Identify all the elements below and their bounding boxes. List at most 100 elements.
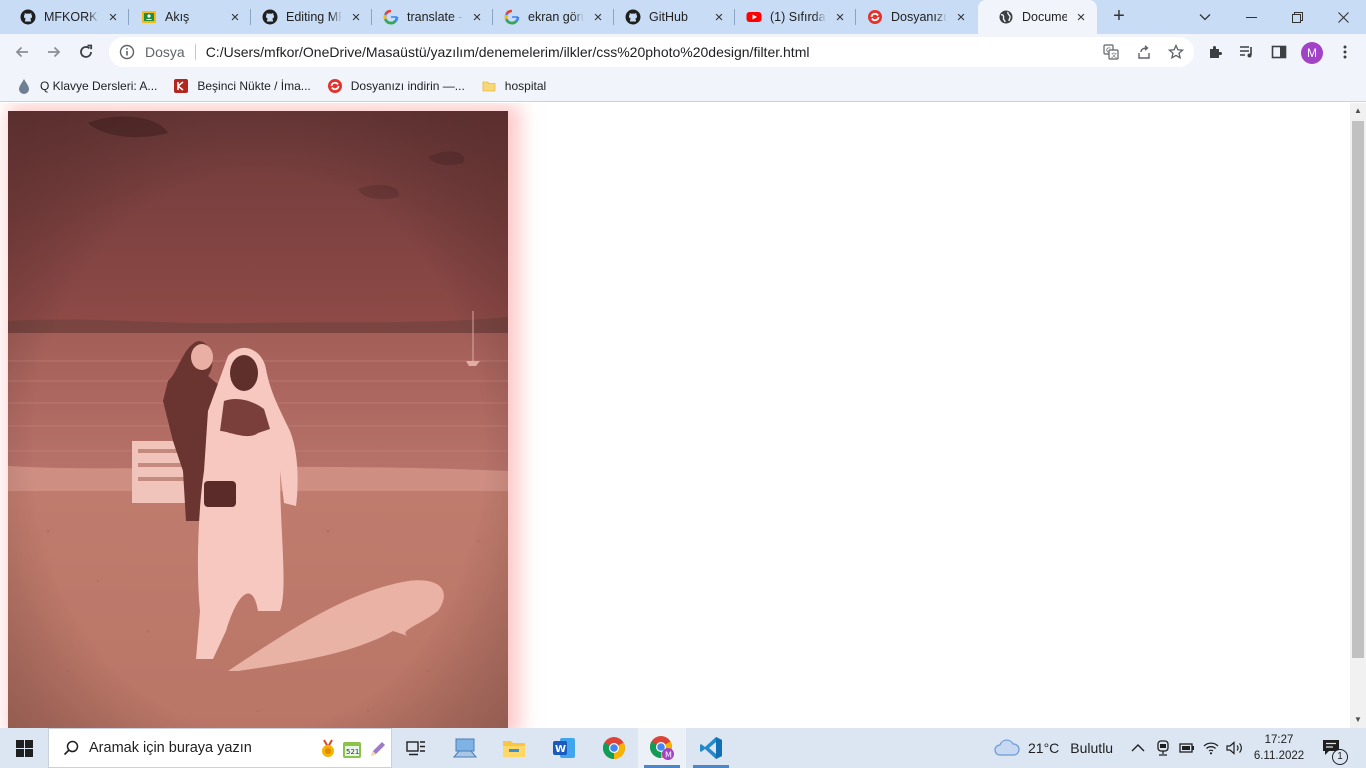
wifi-icon[interactable] <box>1203 728 1219 768</box>
bookmark-klavye-dersleri[interactable]: Q Klavye Dersleri: A... <box>16 78 157 94</box>
minimize-button[interactable] <box>1228 0 1274 34</box>
google-icon <box>504 9 520 25</box>
vscode-icon <box>700 737 722 759</box>
task-view-button[interactable] <box>392 728 440 768</box>
search-icon <box>63 740 79 756</box>
ilovepdf-icon <box>327 78 343 94</box>
bookmark-besinci-nukte[interactable]: Beşinci Nükte / İma... <box>173 78 311 94</box>
close-icon[interactable]: × <box>348 9 364 26</box>
battery-icon[interactable] <box>1179 728 1195 768</box>
close-icon[interactable]: × <box>953 9 969 26</box>
close-icon[interactable]: × <box>1073 9 1089 26</box>
restore-icon <box>1291 11 1303 23</box>
tab-title: GitHub <box>649 10 688 24</box>
page-viewport <box>0 103 1350 728</box>
notification-center-button[interactable]: 1 <box>1322 728 1348 768</box>
tab-editing[interactable]: Editing MFKORKMAZ × <box>242 0 372 34</box>
bookmark-hospital[interactable]: hospital <box>481 78 546 94</box>
tab-title: MFKORKMAZ <box>44 10 99 24</box>
close-icon[interactable]: × <box>711 9 727 26</box>
computer-icon <box>453 738 477 758</box>
drop-icon <box>16 78 32 94</box>
svg-text:521: 521 <box>346 748 359 756</box>
bookmarks-bar: Q Klavye Dersleri: A... Beşinci Nükte / … <box>0 70 1366 102</box>
svg-text:M: M <box>665 751 672 760</box>
taskbar-search-box[interactable]: Aramak için buraya yazın 521 <box>48 728 392 768</box>
restore-button[interactable] <box>1274 0 1320 34</box>
ilovepdf-icon <box>867 9 883 25</box>
tab-mfkorkmaz[interactable]: MFKORKMAZ × <box>0 0 129 34</box>
clock-date: 6.11.2022 <box>1253 750 1305 762</box>
translate-icon[interactable]: G文 <box>1103 44 1119 60</box>
info-icon[interactable] <box>119 44 135 60</box>
scroll-up-icon[interactable]: ▲ <box>1353 106 1363 116</box>
weather-temperature: 21°C <box>1028 740 1060 756</box>
show-hidden-icons-button[interactable] <box>1131 728 1145 768</box>
taskbar-app-chrome[interactable] <box>590 728 638 768</box>
close-icon[interactable]: × <box>590 9 606 26</box>
start-button[interactable] <box>0 728 48 768</box>
close-icon[interactable]: × <box>469 9 485 26</box>
scroll-thumb[interactable] <box>1352 121 1364 658</box>
close-icon[interactable]: × <box>832 9 848 26</box>
task-view-icon <box>406 741 425 756</box>
site-scheme-label: Dosya <box>145 44 185 60</box>
taskbar-app-file-explorer[interactable] <box>490 728 538 768</box>
close-window-button[interactable] <box>1320 0 1366 34</box>
share-icon[interactable] <box>1136 44 1152 60</box>
tab-title: Editing MFKORKMAZ <box>286 10 342 24</box>
scroll-down-icon[interactable]: ▼ <box>1353 715 1363 725</box>
meet-now-icon[interactable] <box>1156 728 1170 768</box>
chevron-up-icon <box>1131 744 1145 752</box>
taskbar-app-vscode[interactable] <box>687 728 735 768</box>
side-panel-icon[interactable] <box>1270 43 1288 61</box>
media-control-icon[interactable] <box>1238 43 1256 61</box>
taskbar-app-word[interactable]: W <box>540 728 588 768</box>
windows-taskbar: Aramak için buraya yazın 521 W M 21°C Bu… <box>0 728 1366 768</box>
forward-button[interactable] <box>40 38 68 66</box>
pencil-icon <box>367 738 389 760</box>
close-icon[interactable]: × <box>227 9 243 26</box>
tab-youtube[interactable]: (1) Sıfırdan × <box>726 0 856 34</box>
vertical-scrollbar[interactable]: ▲ ▼ <box>1350 103 1366 728</box>
star-icon[interactable] <box>1168 44 1184 60</box>
new-tab-button[interactable]: + <box>1106 5 1132 29</box>
browser-toolbar: Dosya C:/Users/mfkor/OneDrive/Masaüstü/y… <box>0 34 1366 70</box>
tab-ekran-goruntusu[interactable]: ekran görüntüsü - Google'da Ara × <box>484 0 614 34</box>
tab-title: ekran görüntüsü - Google'da Ara <box>528 10 584 24</box>
close-icon[interactable]: × <box>105 9 121 26</box>
word-icon: W <box>553 738 575 758</box>
tab-github[interactable]: GitHub × <box>605 0 735 34</box>
address-divider <box>194 44 196 60</box>
github-icon <box>625 9 641 25</box>
back-button[interactable] <box>8 38 36 66</box>
taskbar-app-computer[interactable] <box>441 728 489 768</box>
profile-avatar[interactable]: M <box>1301 42 1323 64</box>
cloud-icon <box>994 739 1020 756</box>
extensions-icon[interactable] <box>1207 43 1225 61</box>
globe-icon <box>998 9 1014 25</box>
tab-strip: MFKORKMAZ × Akış × Editing MFKORKMAZ × t… <box>0 0 1366 34</box>
bookmark-dosyanizi-indirin[interactable]: Dosyanızı indirin —... <box>327 78 465 94</box>
taskbar-app-chrome-profile[interactable]: M <box>638 728 686 768</box>
system-clock[interactable]: 17:27 6.11.2022 <box>1250 732 1308 764</box>
tab-title: (1) Sıfırdan <box>770 10 826 24</box>
tab-document[interactable]: Document × <box>978 0 1097 34</box>
tab-title: translate - Google'da Ara <box>407 10 463 24</box>
tab-translate[interactable]: translate - Google'da Ara × <box>363 0 493 34</box>
weather-widget[interactable]: 21°C Bulutlu <box>994 728 1113 768</box>
volume-icon[interactable] <box>1226 728 1244 768</box>
address-bar[interactable]: Dosya C:/Users/mfkor/OneDrive/Masaüstü/y… <box>109 37 1194 67</box>
tab-dosyanizi-indirin[interactable]: Dosyanızı indirin × <box>847 0 977 34</box>
url-text[interactable]: C:/Users/mfkor/OneDrive/Masaüstü/yazılım… <box>206 44 810 60</box>
kebab-menu-icon[interactable] <box>1336 43 1354 61</box>
tab-akis[interactable]: Akış × <box>121 0 251 34</box>
calendar-icon: 521 <box>341 738 363 760</box>
reload-button[interactable] <box>72 38 100 66</box>
chevron-down-icon <box>1199 14 1211 21</box>
tab-search-button[interactable] <box>1182 0 1228 34</box>
medal-icon <box>317 738 339 760</box>
tab-title: Dosyanızı indirin <box>891 10 947 24</box>
chrome-profile-icon: M <box>650 736 674 760</box>
chrome-icon <box>603 737 625 759</box>
